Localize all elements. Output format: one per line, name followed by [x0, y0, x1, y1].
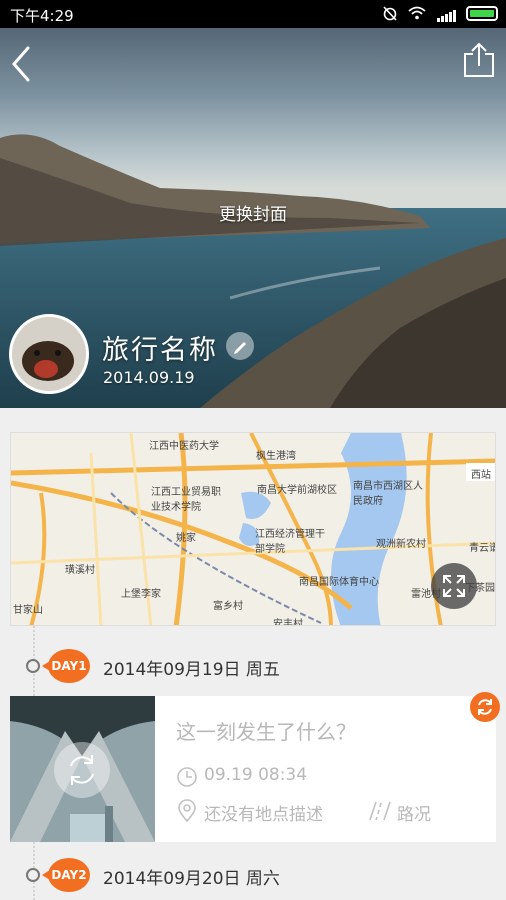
- timeline-node-icon: [26, 868, 40, 882]
- refresh-icon[interactable]: [470, 692, 500, 722]
- moment-time[interactable]: 09.19 08:34: [204, 765, 307, 785]
- moment-road-condition[interactable]: 路况: [397, 800, 431, 825]
- map-label: 富乡村: [213, 601, 243, 612]
- day-header: DAY1 2014年09月19日 周五: [0, 648, 506, 684]
- map-label: 观洲新农村: [376, 539, 426, 550]
- status-time: 下午4:29: [10, 7, 74, 25]
- route-map[interactable]: 江西中医药大学 枫生港湾 南昌市西湖区人民政府 江西工业贸易职业技术学院 南昌大…: [10, 432, 496, 626]
- day-badge: DAY1: [42, 649, 90, 683]
- back-button[interactable]: [8, 44, 36, 84]
- moment-photo[interactable]: [10, 696, 155, 842]
- map-label: 姚家: [176, 533, 196, 544]
- rotate-photo-button[interactable]: [54, 742, 110, 798]
- trip-date: 2014.09.19: [103, 368, 195, 387]
- map-label: 枫生港湾: [256, 451, 296, 462]
- map-label: 南昌大学前湖校区: [257, 485, 337, 496]
- map-label: 甘家山: [13, 605, 43, 616]
- day-header: DAY2 2014年09月20日 周六: [0, 857, 506, 893]
- location-pin-icon: [178, 799, 196, 823]
- map-label: 江西工业贸易职业技术学院: [151, 487, 221, 513]
- battery-icon: [466, 5, 498, 21]
- avatar[interactable]: [9, 314, 89, 394]
- cover-image[interactable]: 更换封面 旅行名称 2014.09.19: [0, 28, 506, 408]
- day-badge: DAY2: [42, 858, 90, 892]
- clock-icon: [177, 767, 197, 787]
- expand-map-button[interactable]: [431, 563, 477, 609]
- change-cover-button[interactable]: 更换封面: [0, 200, 506, 225]
- signal-icon: [436, 4, 456, 22]
- map-label: 青云谱: [469, 543, 496, 554]
- trip-name[interactable]: 旅行名称: [102, 328, 218, 367]
- avatar-image: [12, 317, 86, 391]
- moment-title[interactable]: 这一刻发生了什么？: [176, 716, 356, 745]
- share-button[interactable]: [462, 42, 496, 78]
- map-label: 璜溪村: [65, 565, 95, 576]
- road-icon: [369, 801, 391, 821]
- map-label: 南昌国际体育中心: [299, 577, 379, 588]
- alarm-off-icon: [383, 6, 397, 21]
- day-date: 2014年09月20日 周六: [103, 869, 280, 889]
- map-label: 江西经济管理干部学院: [255, 529, 325, 555]
- moment-place[interactable]: 还没有地点描述: [204, 800, 323, 825]
- map-label: 西站: [471, 470, 491, 481]
- map-label: 上堡李家: [121, 589, 161, 600]
- map-label: 安丰村: [273, 619, 303, 626]
- status-bar: 下午4:29: [0, 0, 506, 28]
- moment-card[interactable]: 这一刻发生了什么？ 09.19 08:34 还没有地点描述 路况: [10, 692, 500, 842]
- day-date: 2014年09月19日 周五: [103, 660, 280, 680]
- timeline-node-icon: [26, 659, 40, 673]
- edit-icon[interactable]: [226, 332, 254, 360]
- map-label: 南昌市西湖区人民政府: [353, 481, 423, 507]
- status-icons: [382, 4, 498, 22]
- map-label: 江西中医药大学: [149, 441, 219, 452]
- wifi-icon: [408, 6, 426, 20]
